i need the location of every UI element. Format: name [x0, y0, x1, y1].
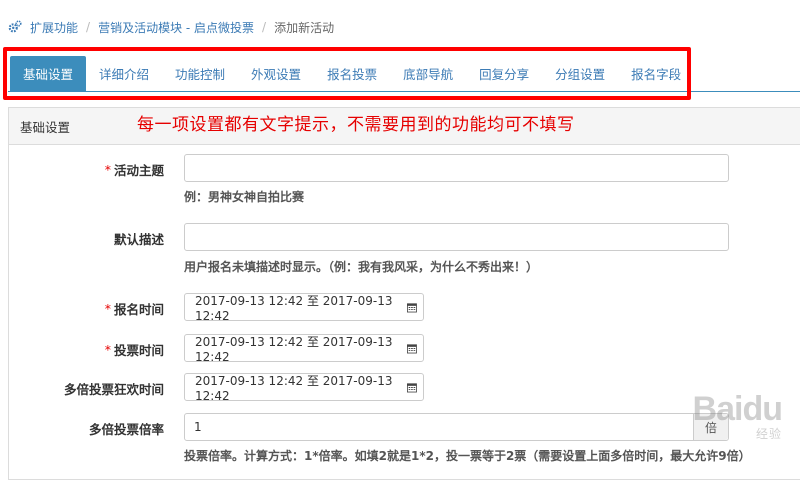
breadcrumb-module[interactable]: 营销及活动模块 - 启点微投票	[98, 19, 254, 36]
tab-group-settings[interactable]: 分组设置	[542, 56, 618, 91]
vote-time-label: * 投票时间	[104, 341, 164, 358]
tab-reply-share[interactable]: 回复分享	[466, 56, 542, 91]
tab-signup-vote[interactable]: 报名投票	[314, 56, 390, 91]
signup-time-input[interactable]: 2017-09-13 12:42 至 2017-09-13 12:42	[184, 293, 424, 323]
tab-appearance[interactable]: 外观设置	[238, 56, 314, 91]
breadcrumb-separator: /	[262, 20, 267, 34]
tab-bottom-nav[interactable]: 底部导航	[390, 56, 466, 91]
tabs-underline	[8, 91, 800, 92]
calendar-icon	[407, 302, 417, 312]
tab-bar: 基础设置 详细介绍 功能控制 外观设置 报名投票 底部导航 回复分享 分组设置 …	[10, 56, 694, 91]
description-help: 用户报名未填描述时显示。（例：我有我风采，为什么不秀出来！）	[184, 260, 539, 274]
carnival-time-label: 多倍投票狂欢时间	[63, 381, 164, 397]
calendar-icon	[407, 343, 417, 353]
vote-time-input[interactable]: 2017-09-13 12:42 至 2017-09-13 12:42	[184, 334, 424, 364]
breadcrumb-separator: /	[86, 20, 91, 34]
breadcrumb-extend[interactable]: 扩展功能	[30, 19, 78, 36]
tab-basic-settings[interactable]: 基础设置	[10, 56, 87, 91]
baidu-watermark: Baidu 经验	[692, 390, 783, 441]
required-mark: *	[104, 161, 111, 177]
annotation-text: 每一项设置都有文字提示，不需要用到的功能均可不填写	[137, 115, 575, 135]
tab-signup-fields[interactable]: 报名字段	[618, 56, 694, 91]
theme-help: 例：男神女神自拍比赛	[184, 190, 305, 204]
tab-details[interactable]: 详细介绍	[86, 56, 162, 91]
multiplier-help: 投票倍率。计算方式：1*倍率。如填2就是1*2，投一票等于2票（需要设置上面多倍…	[184, 449, 751, 463]
description-input[interactable]	[184, 223, 729, 251]
theme-label: * 活动主题	[104, 161, 164, 178]
required-mark: *	[104, 300, 111, 316]
description-label: 默认描述	[113, 231, 164, 247]
multiplier-label: 多倍投票倍率	[88, 421, 164, 437]
cogs-icon	[8, 20, 22, 33]
required-mark: *	[104, 341, 111, 357]
carnival-time-input[interactable]: 2017-09-13 12:42 至 2017-09-13 12:42	[184, 373, 424, 403]
breadcrumb: 扩展功能 / 营销及活动模块 - 启点微投票 / 添加新活动	[8, 18, 334, 36]
breadcrumb-current: 添加新活动	[274, 20, 335, 35]
signup-time-label: * 报名时间	[104, 300, 164, 317]
calendar-icon	[407, 382, 417, 392]
multiplier-input[interactable]: 1 倍	[184, 413, 729, 441]
tab-feature-control[interactable]: 功能控制	[162, 56, 238, 91]
theme-input[interactable]	[184, 154, 729, 182]
